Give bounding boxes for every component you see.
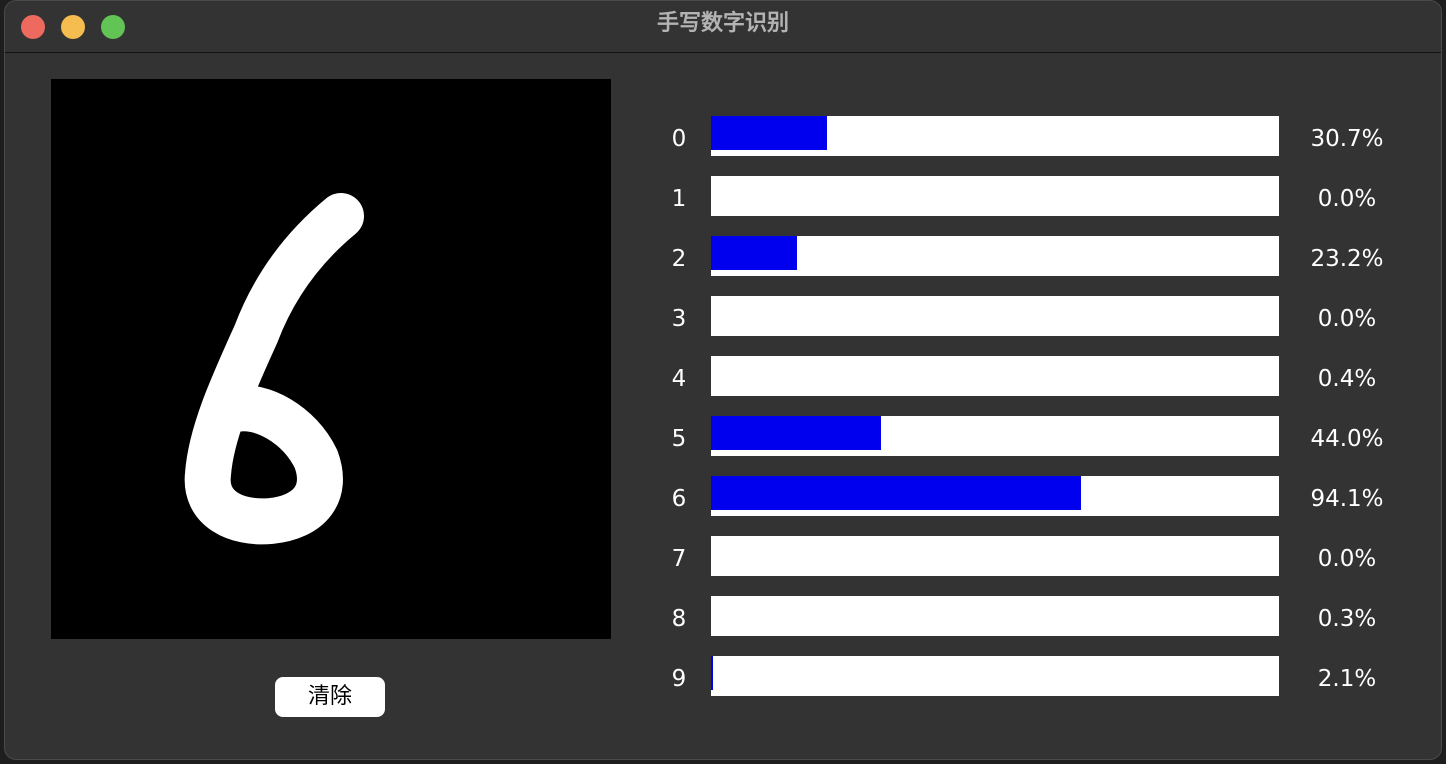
digit-label: 3 [671,306,687,332]
probability-bar [711,236,1279,276]
prediction-row-1: 1 0.0% [651,176,1411,216]
prediction-row-0: 0 30.7% [651,116,1411,156]
probability-bar [711,176,1279,216]
prediction-row-2: 2 23.2% [651,236,1411,276]
probability-percent: 2.1% [1317,666,1377,692]
title-bar: 手写数字识别 [5,1,1441,53]
digit-label: 4 [671,366,687,392]
prediction-row-3: 3 0.0% [651,296,1411,336]
probability-percent: 94.1% [1310,486,1384,512]
probability-bar-fill [711,656,713,690]
window-title: 手写数字识别 [656,11,789,36]
prediction-row-4: 4 0.4% [651,356,1411,396]
probability-bar [711,476,1279,516]
probability-bar [711,296,1279,336]
probability-percent: 0.0% [1317,306,1377,332]
prediction-row-7: 7 0.0% [651,536,1411,576]
digit-label: 8 [671,606,687,632]
digit-label: 9 [671,666,687,692]
probability-bar [711,356,1279,396]
probability-bar [711,416,1279,456]
digit-label: 6 [671,486,687,512]
probability-percent: 0.3% [1317,606,1377,632]
probability-bar-fill [711,416,881,450]
probability-bar [711,656,1279,696]
prediction-row-5: 5 44.0% [651,416,1411,456]
prediction-row-8: 8 0.3% [651,596,1411,636]
probability-bar-fill [711,476,1081,510]
probability-percent: 0.0% [1317,186,1377,212]
prediction-row-6: 6 94.1% [651,476,1411,516]
digit-label: 7 [671,546,687,572]
clear-button[interactable]: 清除 [275,677,385,717]
handwritten-digit-six-stroke [184,193,364,545]
digit-label: 0 [671,126,687,152]
digit-label: 5 [671,426,687,452]
prediction-row-9: 9 2.1% [651,656,1411,696]
digit-label: 1 [671,186,687,212]
probability-percent: 0.4% [1317,366,1377,392]
probability-percent: 0.0% [1317,546,1377,572]
probability-bar [711,596,1279,636]
probability-percent: 30.7% [1310,126,1384,152]
probability-bar [711,116,1279,156]
probability-bar [711,536,1279,576]
probability-bar-fill [711,116,827,150]
probability-bar-fill [711,236,797,270]
app-window: 手写数字识别 清除 0 30.7% 1 0.0% 2 23.2% 3 0.0% [4,0,1442,760]
probability-percent: 44.0% [1310,426,1384,452]
probability-percent: 23.2% [1310,246,1384,272]
drawing-canvas[interactable] [51,79,611,639]
digit-label: 2 [671,246,687,272]
